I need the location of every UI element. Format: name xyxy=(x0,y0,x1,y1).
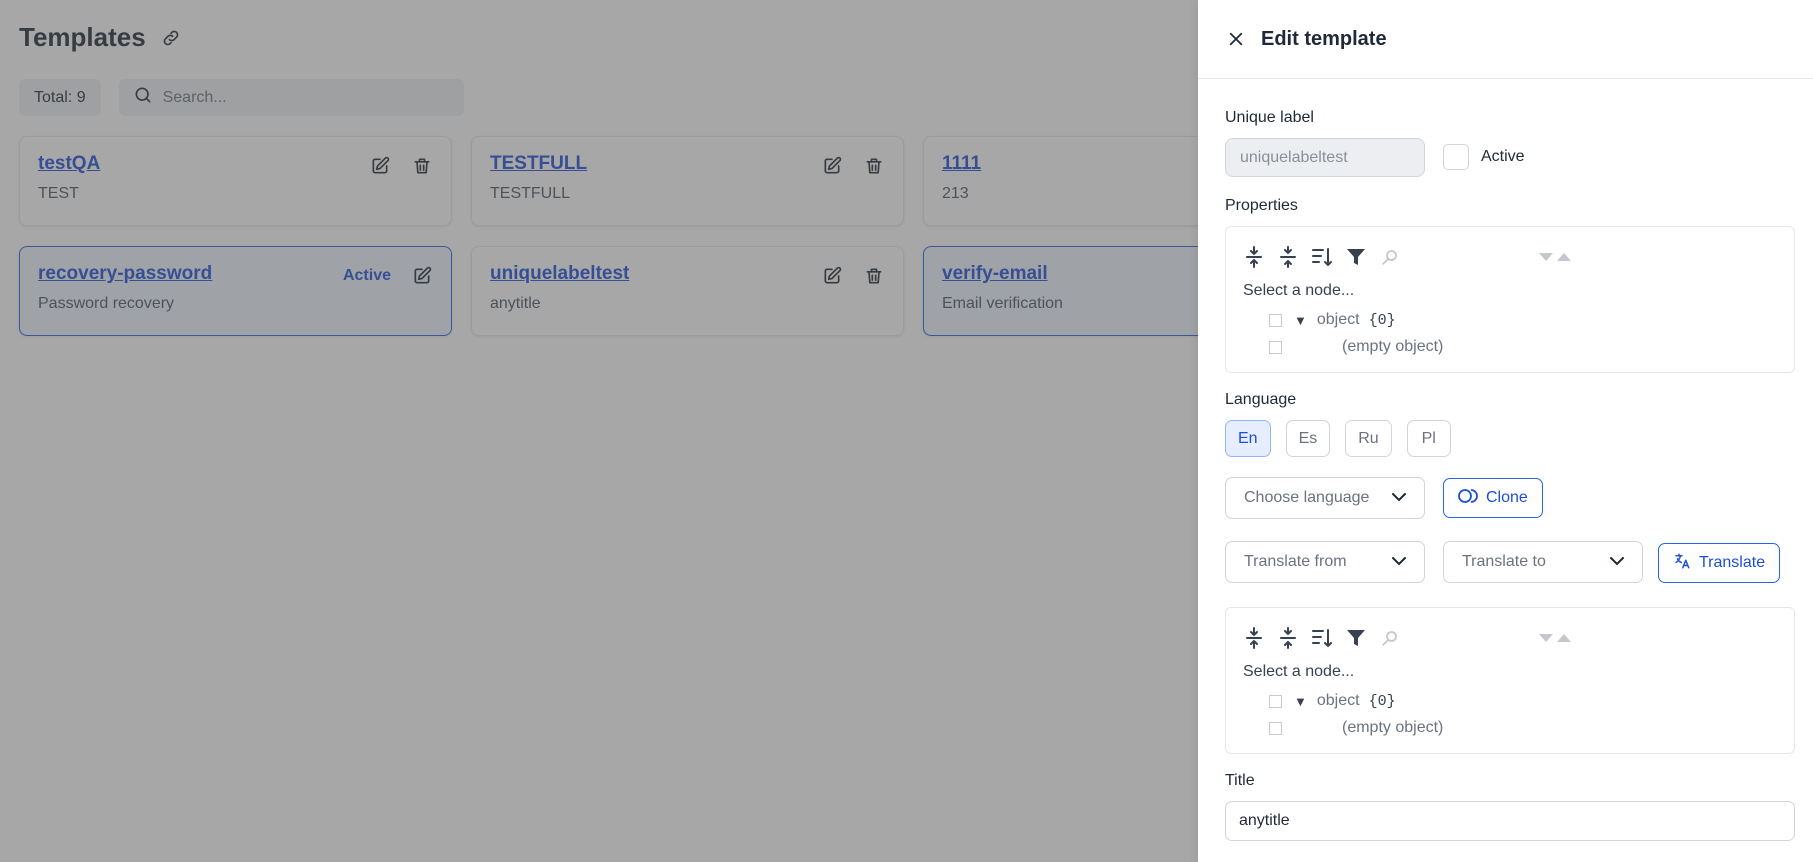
title-label: Title xyxy=(1225,772,1255,789)
translate-button[interactable]: Translate xyxy=(1658,543,1781,583)
choose-language-select[interactable]: Choose language xyxy=(1225,477,1425,519)
choose-language-value: Choose language xyxy=(1244,489,1370,506)
expand-all-icon[interactable] xyxy=(1242,245,1266,269)
tree-root-row[interactable]: ▼ object {0} xyxy=(1269,692,1396,710)
tree-root-row[interactable]: ▼ object {0} xyxy=(1269,311,1396,329)
undo-redo-arrows xyxy=(1538,249,1572,267)
language-tabs: En Es Ru Pl xyxy=(1225,420,1451,457)
active-checkbox-label: Active xyxy=(1481,148,1525,165)
tree-empty-row: (empty object) xyxy=(1269,338,1443,356)
title-input[interactable]: anytitle xyxy=(1225,801,1795,841)
translate-to-select[interactable]: Translate to xyxy=(1443,541,1643,583)
tree-root-count: {0} xyxy=(1368,692,1396,710)
unique-label-label: Unique label xyxy=(1225,109,1314,126)
chevron-down-icon xyxy=(1610,553,1624,571)
json-editor-toolbar xyxy=(1242,626,1402,650)
properties-label: Properties xyxy=(1225,197,1298,214)
drawer-header: Edit template xyxy=(1198,0,1813,79)
tree-empty-row: (empty object) xyxy=(1269,719,1443,737)
language-tab-en[interactable]: En xyxy=(1225,420,1271,457)
translate-icon xyxy=(1673,552,1691,575)
chevron-up-icon[interactable] xyxy=(1556,630,1572,648)
content-json-editor: Select a node... ▼ object {0} (empty obj… xyxy=(1225,607,1795,754)
chevron-down-icon[interactable] xyxy=(1538,249,1554,267)
tree-root-name: object xyxy=(1316,311,1360,328)
tree-root-count: {0} xyxy=(1368,311,1396,329)
sort-icon[interactable] xyxy=(1310,245,1334,269)
select-node-text: Select a node... xyxy=(1243,663,1355,680)
chevron-down-icon[interactable] xyxy=(1538,630,1554,648)
language-label: Language xyxy=(1225,391,1297,408)
drag-handle-icon[interactable] xyxy=(1269,721,1282,735)
filter-icon[interactable] xyxy=(1344,245,1368,269)
edit-template-drawer: Edit template Unique label uniquelabelte… xyxy=(1198,0,1813,862)
filter-icon[interactable] xyxy=(1344,626,1368,650)
search-icon[interactable] xyxy=(1378,626,1402,650)
translate-from-select[interactable]: Translate from xyxy=(1225,541,1425,583)
caret-down-icon[interactable]: ▼ xyxy=(1294,694,1307,709)
collapse-all-icon[interactable] xyxy=(1276,626,1300,650)
properties-json-editor: Select a node... ▼ object {0} (empty obj… xyxy=(1225,226,1795,373)
collapse-all-icon[interactable] xyxy=(1276,245,1300,269)
undo-redo-arrows xyxy=(1538,630,1572,648)
translate-to-value: Translate to xyxy=(1462,553,1546,570)
language-tab-pl[interactable]: Pl xyxy=(1406,420,1451,457)
chevron-down-icon xyxy=(1392,489,1406,507)
translate-label: Translate xyxy=(1699,554,1766,571)
chevron-up-icon[interactable] xyxy=(1556,249,1572,267)
clone-label: Clone xyxy=(1486,489,1528,506)
language-tab-es[interactable]: Es xyxy=(1285,420,1331,457)
expand-all-icon[interactable] xyxy=(1242,626,1266,650)
select-node-text: Select a node... xyxy=(1243,282,1355,299)
clone-icon xyxy=(1458,488,1478,508)
translate-from-value: Translate from xyxy=(1244,553,1347,570)
tree-empty-text: (empty object) xyxy=(1342,338,1444,355)
tree-root-name: object xyxy=(1316,692,1360,709)
drawer-title: Edit template xyxy=(1261,27,1387,50)
unique-label-input: uniquelabeltest xyxy=(1225,138,1425,177)
sort-icon[interactable] xyxy=(1310,626,1334,650)
close-icon[interactable] xyxy=(1225,28,1247,50)
chevron-down-icon xyxy=(1392,553,1406,571)
language-tab-ru[interactable]: Ru xyxy=(1345,420,1392,457)
drag-handle-icon[interactable] xyxy=(1269,694,1282,708)
clone-button[interactable]: Clone xyxy=(1443,478,1543,518)
active-checkbox[interactable] xyxy=(1443,144,1469,170)
drag-handle-icon[interactable] xyxy=(1269,340,1282,354)
search-icon[interactable] xyxy=(1378,245,1402,269)
caret-down-icon[interactable]: ▼ xyxy=(1294,313,1307,328)
json-editor-toolbar xyxy=(1242,245,1402,269)
tree-empty-text: (empty object) xyxy=(1342,719,1444,736)
drag-handle-icon[interactable] xyxy=(1269,313,1282,327)
